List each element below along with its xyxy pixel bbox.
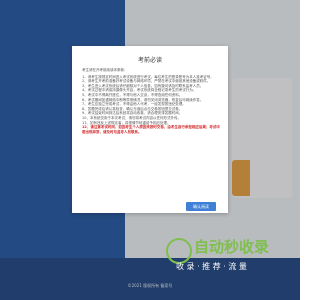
watermark-subtitle: 收 录 · 推 荐 · 流 量	[176, 262, 247, 271]
confirm-read-button[interactable]: 确认阅读	[186, 202, 216, 211]
modal-intro: 考生请在开考前阅读本条款：	[82, 68, 128, 72]
modal-title: 考前必读	[137, 57, 162, 64]
modal-body: 考生请在开考前阅读本条款： 1、请考生按规定时间进入考试系统进行考试，每位考生的…	[82, 68, 220, 184]
exam-notice-modal: 考前必读 考生请在开考前阅读本条款： 1、请考生按规定时间进入考试系统进行考试，…	[72, 46, 228, 213]
rule-warning: 12、请注意考试时间，如因考生个人原因未按时交卷，由考生自行承担相应后果；考试中…	[82, 125, 220, 134]
site-watermark: 自动秒收录 收 录 · 推 荐 · 流 量	[166, 236, 296, 276]
watermark-title: 自动秒收录	[194, 238, 270, 256]
